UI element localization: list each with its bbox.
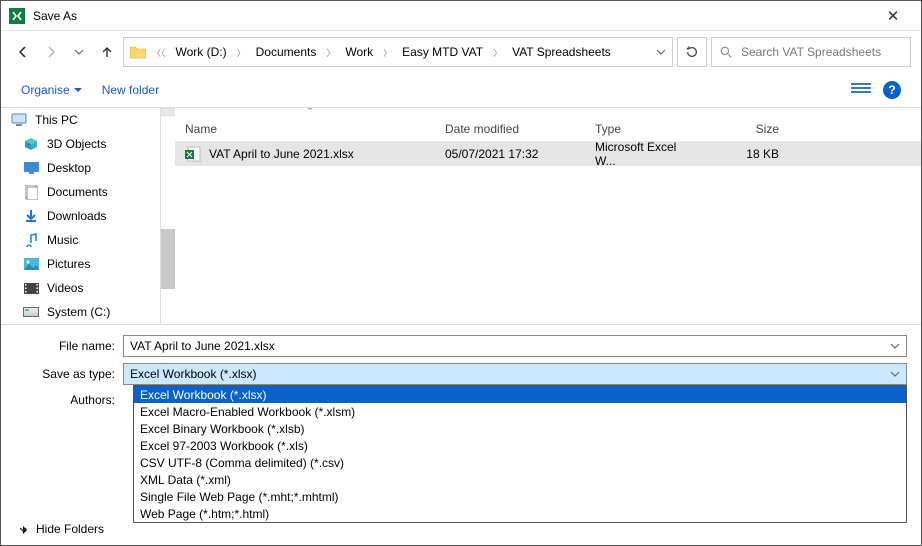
search-icon xyxy=(720,46,733,59)
excel-file-icon xyxy=(185,146,201,162)
help-icon[interactable]: ? xyxy=(883,81,901,99)
close-button[interactable]: ✕ xyxy=(873,7,913,25)
search-placeholder: Search VAT Spreadsheets xyxy=(741,45,881,59)
save-as-type-label: Save as type: xyxy=(15,367,115,381)
dropdown-option[interactable]: Single File Web Page (*.mht;*.mhtml) xyxy=(134,488,906,505)
sidebar: This PC 3D Objects Desktop Documents Dow… xyxy=(1,108,161,324)
chevron-right-icon[interactable]: 〈〈 xyxy=(150,46,168,59)
chevron-down-icon xyxy=(18,524,28,534)
sidebar-item-videos[interactable]: Videos xyxy=(1,276,160,300)
breadcrumb-item[interactable]: Easy MTD VAT xyxy=(398,43,487,61)
recent-locations-button[interactable] xyxy=(67,40,91,64)
desktop-icon xyxy=(23,160,39,176)
dropdown-option[interactable]: Web Page (*.htm;*.html) xyxy=(134,505,906,522)
folder-icon xyxy=(130,44,146,60)
forward-button[interactable] xyxy=(39,40,63,64)
chevron-right-icon: 〉 xyxy=(381,46,394,59)
file-row[interactable]: VAT April to June 2021.xlsx 05/07/2021 1… xyxy=(175,142,921,166)
organise-menu[interactable]: Organise xyxy=(21,83,82,97)
file-name: VAT April to June 2021.xlsx xyxy=(209,147,354,161)
file-type: Microsoft Excel W... xyxy=(585,140,709,168)
breadcrumb-item[interactable]: Work (D:) xyxy=(172,43,231,61)
music-icon xyxy=(23,232,39,248)
dropdown-option[interactable]: Excel 97-2003 Workbook (*.xls) xyxy=(134,437,906,454)
breadcrumb-item[interactable]: Documents xyxy=(252,43,321,61)
column-header-name[interactable]: Name xyxy=(175,122,435,136)
dropdown-option[interactable]: Excel Macro-Enabled Workbook (*.xlsm) xyxy=(134,403,906,420)
drive-icon xyxy=(23,304,39,320)
bottom-panel: File name: VAT April to June 2021.xlsx S… xyxy=(1,324,921,545)
authors-label: Authors: xyxy=(15,393,115,407)
hide-folders-toggle[interactable]: Hide Folders xyxy=(4,516,118,542)
downloads-icon xyxy=(23,208,39,224)
breadcrumb-item[interactable]: Work xyxy=(341,43,377,61)
dropdown-option[interactable]: Excel Workbook (*.xlsx) xyxy=(134,386,906,403)
column-header-date[interactable]: Date modified xyxy=(435,122,585,136)
up-button[interactable] xyxy=(95,40,119,64)
column-header-size[interactable]: Size xyxy=(709,122,789,136)
documents-icon xyxy=(23,184,39,200)
column-headers: Name Date modified Type Size xyxy=(175,116,921,142)
videos-icon xyxy=(23,280,39,296)
sort-indicator-icon: ⌃ xyxy=(305,107,315,114)
file-list-pane: ⌃ Name Date modified Type Size VAT April… xyxy=(175,108,921,324)
window-title: Save As xyxy=(33,9,873,23)
file-date: 05/07/2021 17:32 xyxy=(435,147,585,161)
file-size: 18 KB xyxy=(709,147,789,161)
chevron-down-icon[interactable] xyxy=(890,341,900,351)
sidebar-item-music[interactable]: Music xyxy=(1,228,160,252)
search-input[interactable]: Search VAT Spreadsheets xyxy=(711,37,911,67)
sidebar-item-documents[interactable]: Documents xyxy=(1,180,160,204)
address-bar[interactable]: 〈〈 Work (D:) 〉 Documents 〉 Work 〉 Easy M… xyxy=(123,37,673,67)
new-folder-button[interactable]: New folder xyxy=(102,83,159,97)
address-dropdown-button[interactable] xyxy=(656,47,666,57)
column-header-type[interactable]: Type xyxy=(585,122,709,136)
refresh-button[interactable] xyxy=(677,37,707,67)
dropdown-option[interactable]: Excel Binary Workbook (*.xlsb) xyxy=(134,420,906,437)
excel-app-icon xyxy=(9,8,25,24)
chevron-right-icon: 〉 xyxy=(491,46,504,59)
save-as-window: Save As ✕ 〈〈 Work (D:) 〉 Documents 〉 Wor… xyxy=(0,0,922,546)
scrollbar-thumb[interactable] xyxy=(161,229,175,289)
sidebar-item-pictures[interactable]: Pictures xyxy=(1,252,160,276)
sidebar-item-system-c[interactable]: System (C:) xyxy=(1,300,160,324)
view-options-button[interactable] xyxy=(851,83,871,97)
file-name-input[interactable]: VAT April to June 2021.xlsx xyxy=(123,335,907,357)
sidebar-item-downloads[interactable]: Downloads xyxy=(1,204,160,228)
this-pc-icon xyxy=(11,112,27,128)
sidebar-item-3d-objects[interactable]: 3D Objects xyxy=(1,132,160,156)
chevron-right-icon: 〉 xyxy=(324,46,337,59)
nav-bar: 〈〈 Work (D:) 〉 Documents 〉 Work 〉 Easy M… xyxy=(1,31,921,73)
cube-icon xyxy=(23,136,39,152)
pictures-icon xyxy=(23,256,39,272)
sidebar-item-this-pc[interactable]: This PC xyxy=(1,108,160,132)
back-button[interactable] xyxy=(11,40,35,64)
breadcrumb-item[interactable]: VAT Spreadsheets xyxy=(508,43,615,61)
sidebar-item-desktop[interactable]: Desktop xyxy=(1,156,160,180)
explorer-body: This PC 3D Objects Desktop Documents Dow… xyxy=(1,107,921,324)
dropdown-option[interactable]: CSV UTF-8 (Comma delimited) (*.csv) xyxy=(134,454,906,471)
file-name-label: File name: xyxy=(15,339,115,353)
chevron-down-icon[interactable] xyxy=(890,369,900,379)
save-as-type-select[interactable]: Excel Workbook (*.xlsx) xyxy=(123,363,907,385)
dropdown-option[interactable]: XML Data (*.xml) xyxy=(134,471,906,488)
toolbar: Organise New folder ? xyxy=(1,73,921,107)
titlebar: Save As ✕ xyxy=(1,1,921,31)
chevron-right-icon: 〉 xyxy=(235,46,248,59)
